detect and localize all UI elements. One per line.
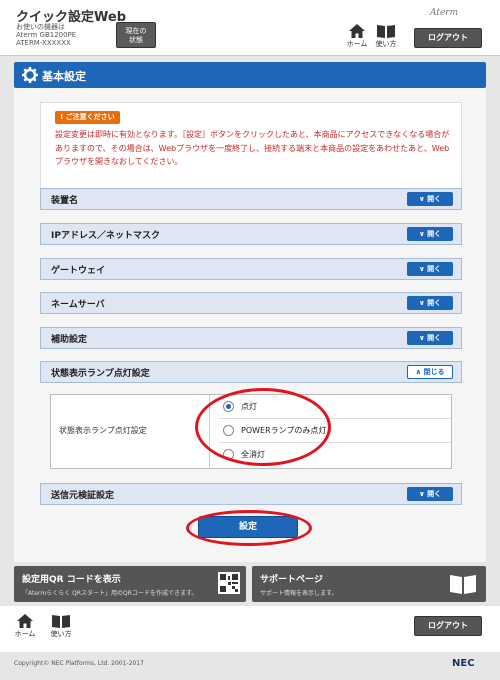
accordion-label: ネームサーバ: [51, 300, 105, 310]
expand-label: 開く: [427, 490, 442, 498]
expand-label: 開く: [427, 195, 442, 203]
footer-home-label: ホーム: [14, 630, 36, 638]
support-card[interactable]: サポートページ サポート情報を表示します。: [252, 566, 486, 602]
home-label: ホーム: [346, 40, 368, 48]
chevron-down-icon: ∨: [418, 265, 428, 273]
expand-button[interactable]: ∨ 開く: [407, 227, 453, 241]
accordion-lamp-setting[interactable]: 状態表示ランプ点灯設定 ∧ 閉じる: [40, 361, 462, 383]
chevron-up-icon: ∧: [415, 368, 424, 376]
accordion-source-verification[interactable]: 送信元検証設定 ∨ 開く: [40, 483, 462, 505]
accordion-label: IPアドレス／ネットマスク: [51, 231, 160, 241]
accordion-label: 状態表示ランプ点灯設定: [51, 369, 150, 379]
expand-button[interactable]: ∨ 開く: [407, 296, 453, 310]
footer-logout-button[interactable]: ログアウト: [414, 616, 482, 636]
lamp-setting-label: 状態表示ランプ点灯設定: [59, 426, 147, 435]
collapse-button[interactable]: ∧ 閉じる: [407, 365, 453, 379]
footer-manual-label: 使い方: [50, 630, 72, 638]
accordion-label: 送信元検証設定: [51, 491, 115, 501]
footer-nav: ホーム 使い方 ログアウト: [0, 606, 500, 652]
expand-label: 開く: [427, 230, 442, 238]
section-title: 基本設定: [42, 70, 86, 83]
accordion-label: 装置名: [51, 196, 79, 206]
notice-box: ! ご注意ください 設定変更は即時に有効となります。［設定］ボタンをクリックした…: [40, 102, 462, 202]
copyright: Copyright© NEC Platforms, Ltd. 2001-2017: [14, 660, 144, 667]
collapse-label: 閉じる: [423, 368, 445, 376]
accordion-ip-netmask[interactable]: IPアドレス／ネットマスク ∨ 開く: [40, 223, 462, 245]
book-icon: [377, 25, 395, 38]
manual-label: 使い方: [375, 40, 397, 48]
current-status-label-line2: 状態: [129, 36, 143, 44]
highlight-ellipse-options: [195, 388, 331, 466]
home-icon: [17, 614, 33, 628]
section-header: 基本設定: [14, 62, 486, 88]
main-panel: 基本設定 ! ご注意ください 設定変更は即時に有効となります。［設定］ボタンをク…: [14, 62, 486, 562]
expand-button[interactable]: ∨ 開く: [407, 331, 453, 345]
notice-text: 設定変更は即時に有効となります。［設定］ボタンをクリックしたあと、本商品にアクセ…: [55, 130, 450, 166]
current-status-button[interactable]: 現在の 状態: [116, 22, 156, 48]
brand-logo: Aterm: [430, 8, 459, 18]
expand-button[interactable]: ∨ 開く: [407, 192, 453, 206]
accordion-name-server[interactable]: ネームサーバ ∨ 開く: [40, 292, 462, 314]
current-status-label-line1: 現在の: [125, 27, 147, 35]
highlight-ellipse-submit: [186, 510, 312, 546]
chevron-down-icon: ∨: [418, 195, 428, 203]
chevron-down-icon: ∨: [418, 490, 428, 498]
expand-label: 開く: [427, 265, 442, 273]
accordion-label: ゲートウェイ: [51, 266, 106, 276]
footer-home-button[interactable]: ホーム: [12, 614, 38, 639]
notice-badge: ! ご注意ください: [55, 111, 120, 124]
qr-card-title: 設定用QR コードを表示: [22, 575, 121, 585]
chevron-down-icon: ∨: [418, 230, 428, 238]
expand-button[interactable]: ∨ 開く: [407, 487, 453, 501]
device-id: ATERM-XXXXXX: [16, 39, 71, 47]
home-button[interactable]: ホーム: [344, 24, 370, 49]
chevron-down-icon: ∨: [418, 334, 428, 342]
accordion-device-name[interactable]: 装置名 ∨ 開く: [40, 188, 462, 210]
accordion-gateway[interactable]: ゲートウェイ ∨ 開く: [40, 258, 462, 280]
expand-label: 開く: [427, 334, 442, 342]
chevron-down-icon: ∨: [418, 299, 428, 307]
qr-code-icon: [218, 572, 240, 594]
book-icon: [52, 615, 70, 628]
accordion-label: 補助設定: [51, 335, 88, 345]
support-card-title: サポートページ: [260, 575, 323, 585]
header: クイック設定Web お使いの機器は Aterm GB1200PE ATERM-X…: [0, 0, 500, 56]
expand-label: 開く: [427, 299, 442, 307]
support-card-desc: サポート情報を表示します。: [260, 590, 338, 597]
device-info: お使いの機器は Aterm GB1200PE ATERM-XXXXXX: [16, 23, 76, 47]
qr-code-card[interactable]: 設定用QR コードを表示 「Atermらくらく QRスタート」用のQRコードを作…: [14, 566, 246, 602]
gear-icon: [22, 67, 38, 83]
book-icon: [450, 575, 476, 594]
device-model: Aterm GB1200PE: [16, 31, 77, 39]
home-icon: [349, 24, 365, 38]
footer-manual-button[interactable]: 使い方: [48, 614, 74, 639]
nec-logo: NEC: [452, 658, 475, 669]
logout-button[interactable]: ログアウト: [414, 28, 482, 48]
notice-badge-label: ご注意ください: [65, 113, 115, 121]
expand-button[interactable]: ∨ 開く: [407, 262, 453, 276]
qr-card-desc: 「Atermらくらく QRスタート」用のQRコードを作成できます。: [22, 590, 198, 597]
accordion-auxiliary[interactable]: 補助設定 ∨ 開く: [40, 327, 462, 349]
device-info-line1: お使いの機器は: [16, 23, 65, 31]
manual-button[interactable]: 使い方: [373, 24, 399, 49]
